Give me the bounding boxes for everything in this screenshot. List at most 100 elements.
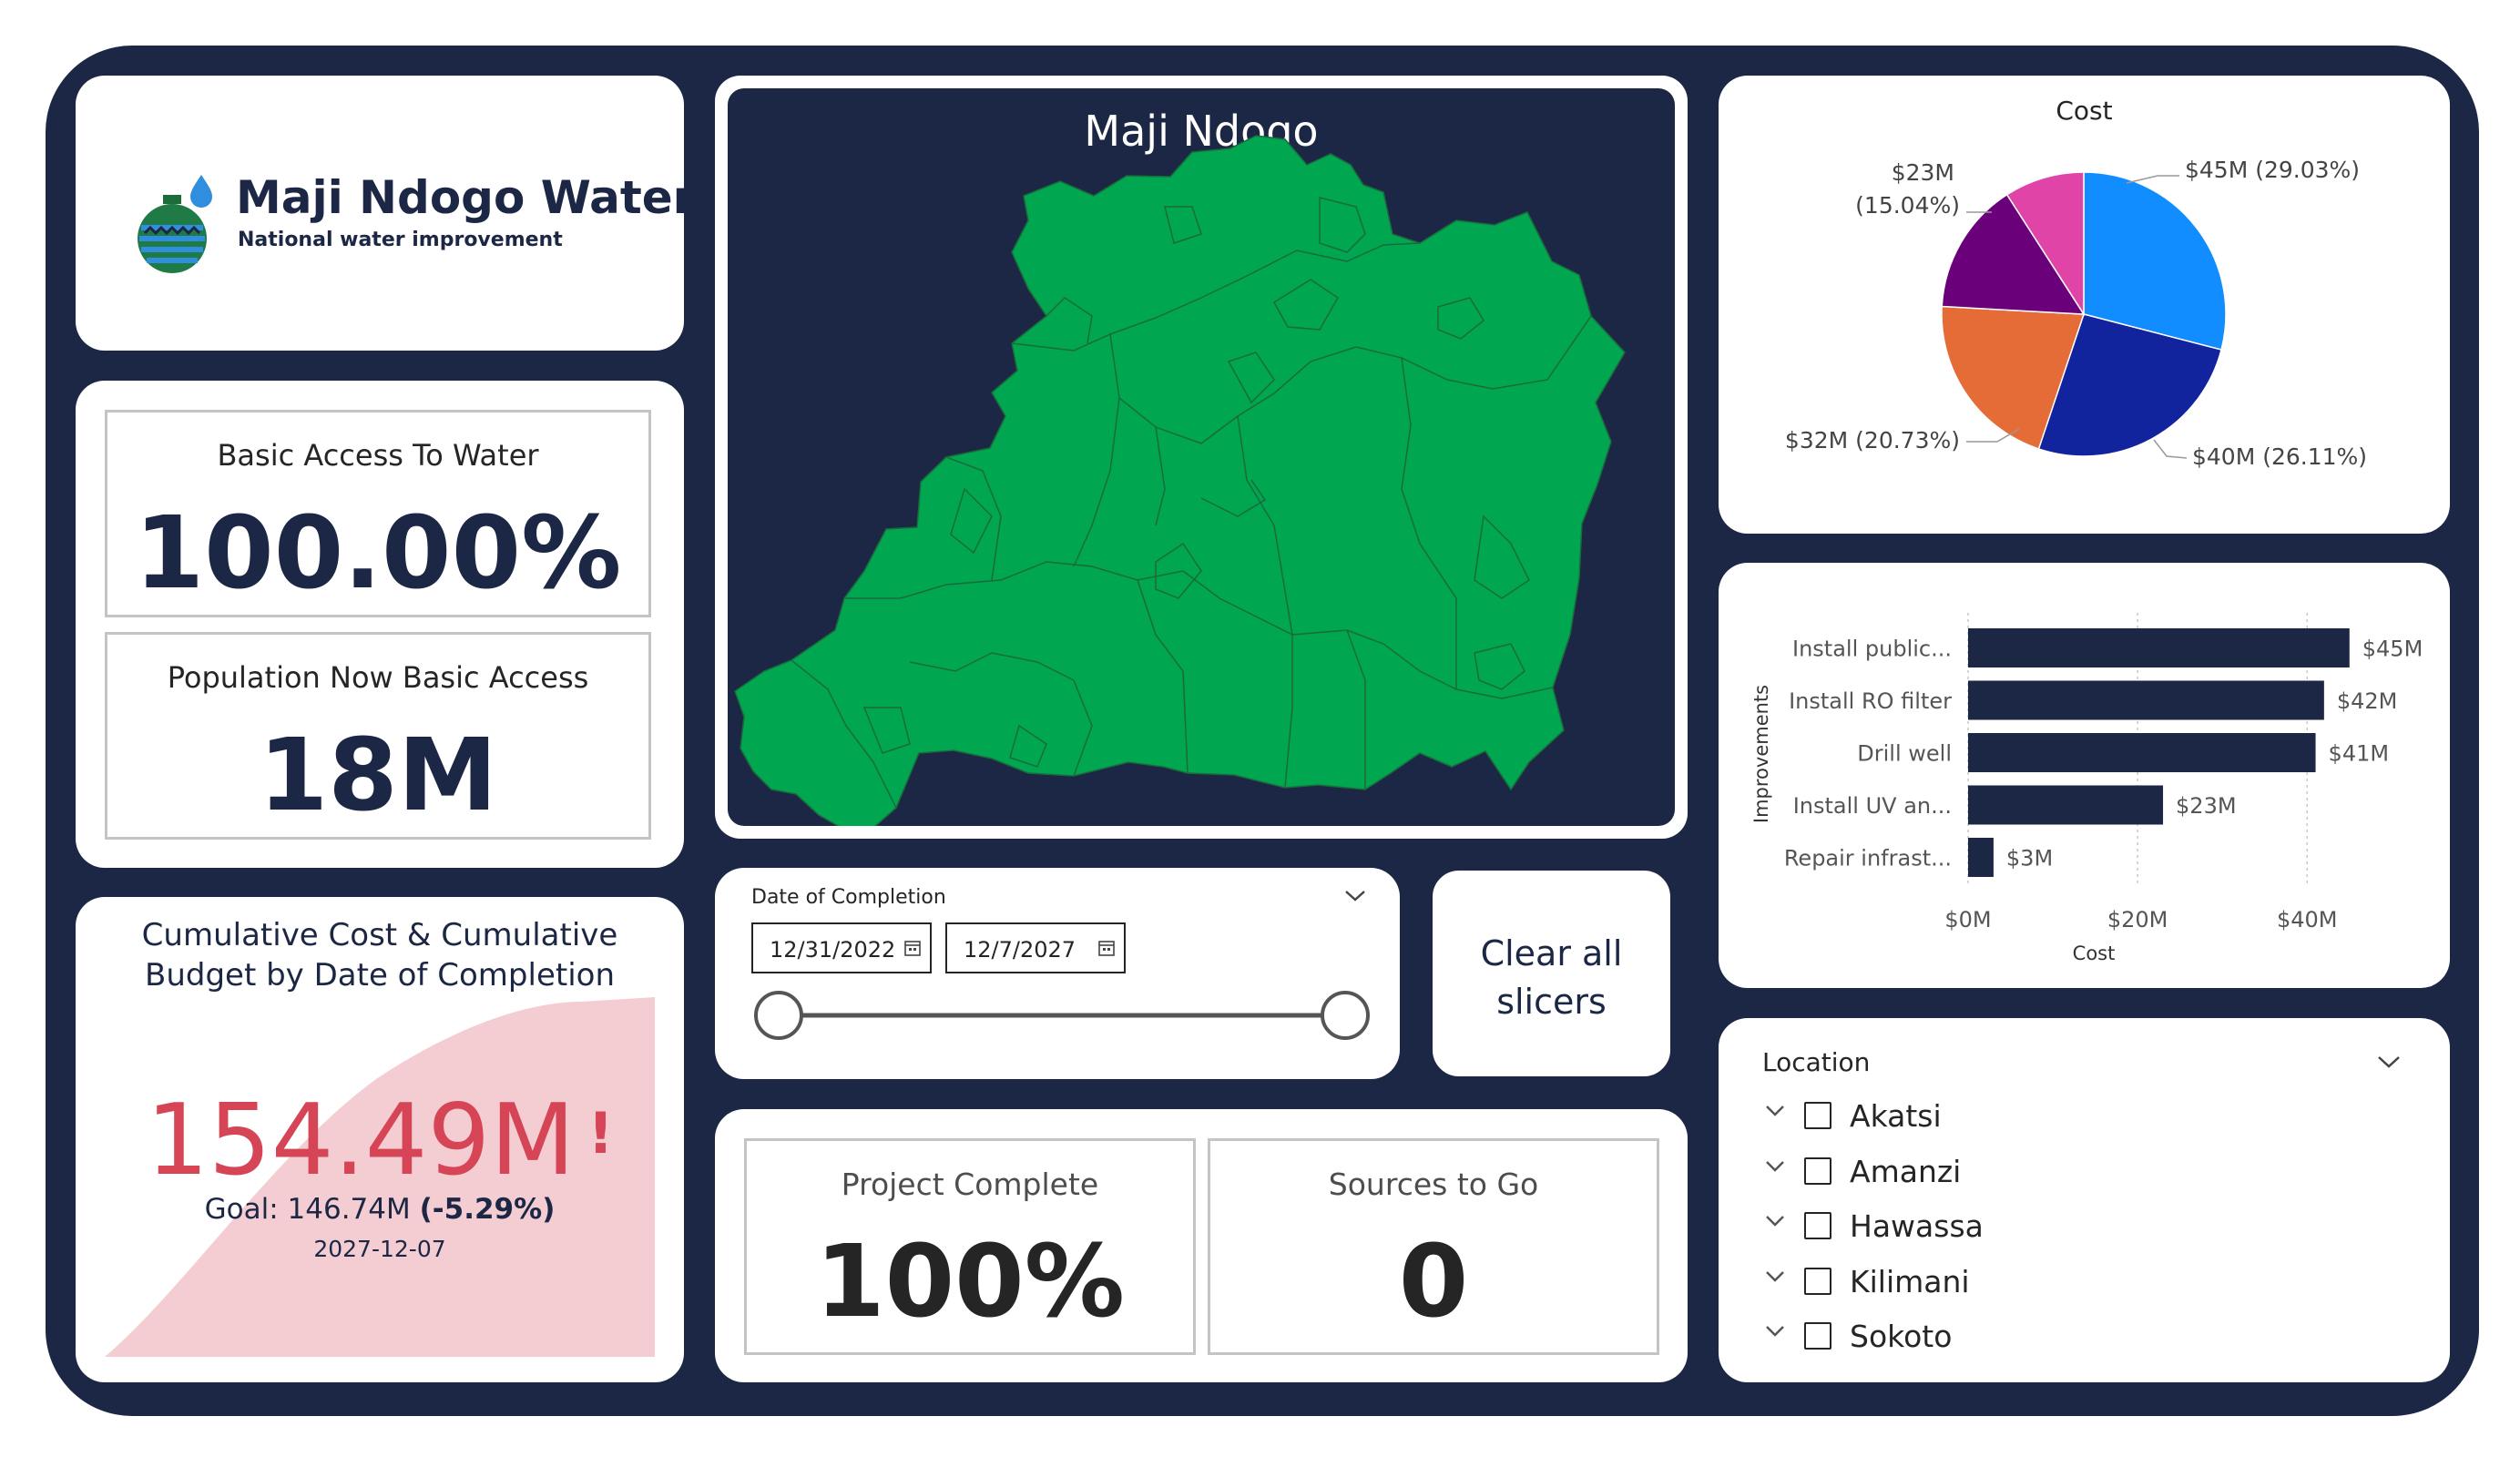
water-pot-droplet-icon (138, 175, 212, 273)
basic-access-value: 100.00% (134, 494, 622, 611)
bar-x-tick-label: $0M (1944, 907, 1991, 932)
location-slicer-card: Location Akatsi Amanzi Hawassa Kilimani Soko… (1719, 1018, 2450, 1382)
bar-rect[interactable] (1968, 628, 2350, 667)
chevron-down-icon[interactable] (1764, 1102, 1786, 1120)
bar-category-label: Install public... (1792, 637, 1952, 662)
bar-rect[interactable] (1968, 838, 1994, 877)
bar-rect[interactable] (1968, 680, 2324, 720)
improvements-bar-card: $0M $20M $40M Install public... $45M Install … (1719, 563, 2450, 988)
location-item-label: Amanzi (1850, 1153, 1962, 1189)
slider-start-handle[interactable] (754, 991, 803, 1040)
goal-percent: (-5.29%) (419, 1193, 556, 1226)
improvements-bar-chart: $0M $20M $40M Install public... $45M Install … (1750, 613, 2423, 964)
cost-pie-card: Cost $45M (29.03%) $40M (26.11%) $32M (20.… (1719, 76, 2450, 534)
project-complete-value: 100% (815, 1223, 1125, 1340)
calendar-icon[interactable] (904, 939, 921, 957)
project-complete-kpi: Project Complete 100% (744, 1138, 1196, 1355)
cost-pie-chart: $45M (29.03%) $40M (26.11%) $32M (20.73%) $… (1785, 157, 2367, 470)
brand-subtitle: National water improvement (238, 229, 563, 251)
population-value: 18M (258, 717, 498, 833)
start-date-value: 12/31/2022 (770, 937, 896, 963)
bar-x-tick-label: $40M (2277, 907, 2338, 932)
date-range-slider[interactable] (751, 988, 1371, 1043)
sources-to-go-value: 0 (1398, 1223, 1469, 1340)
chevron-down-icon[interactable] (1343, 888, 1367, 904)
bar-category-label: Drill well (1857, 741, 1952, 767)
date-slicer-label: Date of Completion (751, 886, 946, 909)
pie-data-label: $23M (1892, 159, 1954, 186)
chevron-down-icon[interactable] (1764, 1157, 1786, 1176)
bar-category-label: Install UV an... (1793, 793, 1952, 819)
clear-slicers-label: Clear all slicers (1433, 930, 1670, 1026)
bar-rect[interactable] (1968, 785, 2164, 825)
pie-data-label: $40M (26.11%) (2192, 443, 2367, 470)
chevron-down-icon[interactable] (1764, 1212, 1786, 1230)
brand-title: Maji Ndogo Water (236, 171, 684, 224)
cumulative-value: 154.49M! (76, 1084, 684, 1197)
alert-icon: ! (587, 1100, 614, 1167)
population-kpi: Population Now Basic Access 18M (105, 632, 651, 840)
pie-label-leader (2153, 439, 2188, 459)
population-label: Population Now Basic Access (167, 660, 589, 695)
start-date-input[interactable]: 12/31/2022 (751, 922, 932, 973)
bar-data-label: $41M (2329, 741, 2390, 767)
location-item-label: Akatsi (1850, 1098, 1942, 1134)
kpi-card: Basic Access To Water 100.00% Population… (76, 381, 684, 868)
location-checkbox[interactable] (1804, 1267, 1831, 1295)
bar-category-label: Install RO filter (1789, 688, 1952, 714)
bar-data-label: $3M (2006, 846, 2053, 871)
bar-data-label: $23M (2176, 793, 2237, 819)
region-map[interactable] (728, 88, 1675, 826)
chevron-down-icon[interactable] (1764, 1268, 1786, 1286)
pie-data-label: $32M (20.73%) (1785, 427, 1960, 453)
cumulative-cost-card: Cumulative Cost & Cumulative Budget by D… (76, 897, 684, 1382)
location-item-kilimani[interactable]: Kilimani (1764, 1258, 2219, 1309)
sources-to-go-label: Sources to Go (1328, 1167, 1539, 1202)
end-date-input[interactable]: 12/7/2027 (945, 922, 1126, 973)
sources-to-go-kpi: Sources to Go 0 (1208, 1138, 1659, 1355)
cumulative-date: 2027-12-07 (313, 1236, 446, 1262)
slider-end-handle[interactable] (1321, 991, 1370, 1040)
calendar-icon[interactable] (1098, 939, 1115, 957)
location-item-label: Sokoto (1850, 1319, 1953, 1354)
pie-data-label: $45M (29.03%) (2185, 157, 2360, 183)
location-checkbox[interactable] (1804, 1102, 1831, 1129)
cumulative-goal: Goal: 146.74M (-5.29%) (76, 1193, 684, 1226)
clear-label-line2: slicers (1496, 982, 1607, 1022)
location-item-hawassa[interactable]: Hawassa (1764, 1203, 2219, 1254)
date-slicer-card: Date of Completion 12/31/2022 12/7/2027 (715, 868, 1400, 1079)
clear-slicers-button[interactable]: Clear all slicers (1430, 868, 1673, 1079)
location-checkbox[interactable] (1804, 1322, 1831, 1350)
location-item-akatsi[interactable]: Akatsi (1764, 1093, 2219, 1144)
basic-access-label: Basic Access To Water (217, 438, 539, 473)
bar-rect[interactable] (1968, 733, 2316, 772)
location-checkbox[interactable] (1804, 1156, 1831, 1185)
end-date-value: 12/7/2027 (964, 937, 1076, 963)
bar-x-axis-title: Cost (2073, 942, 2116, 964)
chevron-down-icon[interactable] (1764, 1322, 1786, 1340)
logo-card: Maji Ndogo Water National water improvem… (76, 76, 684, 351)
location-item-sokoto[interactable]: Sokoto (1764, 1313, 2219, 1364)
project-complete-label: Project Complete (841, 1167, 1099, 1202)
chevron-down-icon[interactable] (2376, 1053, 2402, 1071)
location-item-label: Hawassa (1850, 1208, 1984, 1244)
bar-y-axis-title: Improvements (1750, 685, 1772, 823)
clear-label-line1: Clear all (1480, 933, 1623, 973)
bar-data-label: $42M (2337, 688, 2398, 714)
basic-access-kpi: Basic Access To Water 100.00% (105, 410, 651, 617)
cumulative-title: Cumulative Cost & Cumulative Budget by D… (141, 917, 618, 993)
location-checkbox[interactable] (1804, 1212, 1831, 1239)
location-item-label: Kilimani (1850, 1263, 1970, 1299)
bar-category-label: Repair infrast... (1784, 846, 1952, 871)
bar-x-tick-label: $20M (2107, 907, 2168, 932)
goal-text: Goal: 146.74M (204, 1193, 420, 1226)
map-region-shape (734, 135, 1626, 826)
cumulative-value-number: 154.49M (146, 1084, 576, 1197)
location-slicer-title: Location (1762, 1047, 1871, 1077)
map-card: Maji Ndogo (715, 76, 1688, 839)
pie-data-label: (15.04%) (1855, 192, 1960, 219)
location-item-amanzi[interactable]: Amanzi (1764, 1148, 2219, 1199)
bar-data-label: $45M (2362, 637, 2423, 662)
map-panel: Maji Ndogo (728, 88, 1675, 826)
project-card: Project Complete 100% Sources to Go 0 (715, 1109, 1688, 1382)
